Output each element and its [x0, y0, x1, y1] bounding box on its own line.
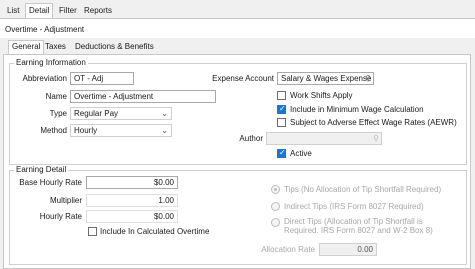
- method-label: Method: [40, 126, 67, 135]
- base-hourly-rate-input[interactable]: $0.00: [86, 176, 178, 189]
- earning-detail-label: Earning Detail: [14, 165, 69, 174]
- hourly-rate-label: Hourly Rate: [39, 212, 82, 221]
- tab-detail[interactable]: Detail: [25, 3, 54, 18]
- magnifier-icon[interactable]: ⚲: [373, 133, 379, 144]
- record-header: Overtime - Adjustment: [0, 18, 475, 38]
- indirect-tips-label: Indirect Tips (IRS Form 8027 Required): [284, 202, 424, 211]
- include-overtime-label: Include In Calculated Overtime: [100, 227, 210, 236]
- direct-tips-line1: Direct Tips (Allocation of Tip Shortfall…: [284, 217, 423, 226]
- work-shifts-checkbox[interactable]: [277, 91, 286, 100]
- aewr-label: Subject to Adverse Effect Wage Rates (AE…: [290, 118, 457, 127]
- aewr-checkbox[interactable]: [277, 118, 286, 127]
- multiplier-input[interactable]: 1.00: [86, 194, 178, 207]
- multiplier-label: Multiplier: [49, 196, 82, 205]
- general-panel: Earning Information Abbreviation OT - Ad…: [3, 54, 471, 269]
- tab-list[interactable]: List: [4, 4, 22, 18]
- direct-tips-label: Direct Tips (Allocation of Tip Shortfall…: [284, 217, 433, 235]
- name-input[interactable]: Overtime - Adjustment: [70, 90, 216, 103]
- chevron-down-icon: ⌄: [161, 126, 168, 135]
- tab-filter[interactable]: Filter: [56, 4, 80, 18]
- type-select[interactable]: Regular Pay ⌄: [70, 107, 172, 120]
- earning-information-label: Earning Information: [14, 58, 88, 67]
- allocation-rate-label: Allocation Rate: [261, 245, 315, 254]
- abbreviation-label: Abbreviation: [22, 74, 67, 83]
- type-value: Regular Pay: [74, 109, 119, 118]
- tab-deductions-benefits[interactable]: Deductions & Benefits: [72, 41, 157, 54]
- tab-general[interactable]: General: [8, 40, 45, 54]
- chevron-down-icon: ⌄: [161, 109, 168, 118]
- type-label: Type: [49, 109, 67, 118]
- min-wage-checkbox[interactable]: [277, 104, 286, 114]
- sub-tab-bar: General Taxes Deductions & Benefits: [0, 38, 475, 54]
- method-value: Hourly: [74, 126, 98, 135]
- active-label: Active: [290, 149, 312, 158]
- tips-label: Tips (No Allocation of Tip Shortfall Req…: [284, 185, 442, 194]
- direct-tips-radio[interactable]: [271, 218, 280, 227]
- author-input[interactable]: ⚲: [266, 132, 382, 145]
- expense-account-input[interactable]: Salary & Wages Expense ⚲: [277, 72, 374, 85]
- method-select[interactable]: Hourly ⌄: [70, 124, 172, 137]
- tips-radio[interactable]: [271, 185, 280, 194]
- tab-reports[interactable]: Reports: [81, 4, 115, 18]
- min-wage-label: Include in Minimum Wage Calculation: [290, 105, 424, 114]
- author-label: Author: [239, 134, 263, 143]
- name-label: Name: [45, 92, 67, 101]
- record-title: Overtime - Adjustment: [5, 25, 85, 34]
- direct-tips-line2: Required. IRS Form 8027 and W-2 Box 8): [284, 226, 433, 235]
- abbreviation-input[interactable]: OT - Adj: [70, 72, 134, 85]
- tab-taxes[interactable]: Taxes: [42, 41, 69, 54]
- active-checkbox[interactable]: [277, 148, 286, 158]
- top-tab-bar: List Detail Filter Reports: [0, 0, 475, 18]
- magnifier-icon[interactable]: ⚲: [365, 73, 371, 84]
- hourly-rate-input[interactable]: $0.00: [86, 210, 178, 223]
- include-overtime-checkbox[interactable]: [88, 227, 97, 236]
- expense-account-value: Salary & Wages Expense: [281, 74, 372, 83]
- indirect-tips-radio[interactable]: [271, 202, 280, 211]
- allocation-rate-input[interactable]: 0.00: [319, 243, 377, 256]
- expense-account-label: Expense Account: [212, 74, 274, 83]
- base-hourly-rate-label: Base Hourly Rate: [19, 178, 82, 187]
- work-shifts-label: Work Shifts Apply: [290, 91, 353, 100]
